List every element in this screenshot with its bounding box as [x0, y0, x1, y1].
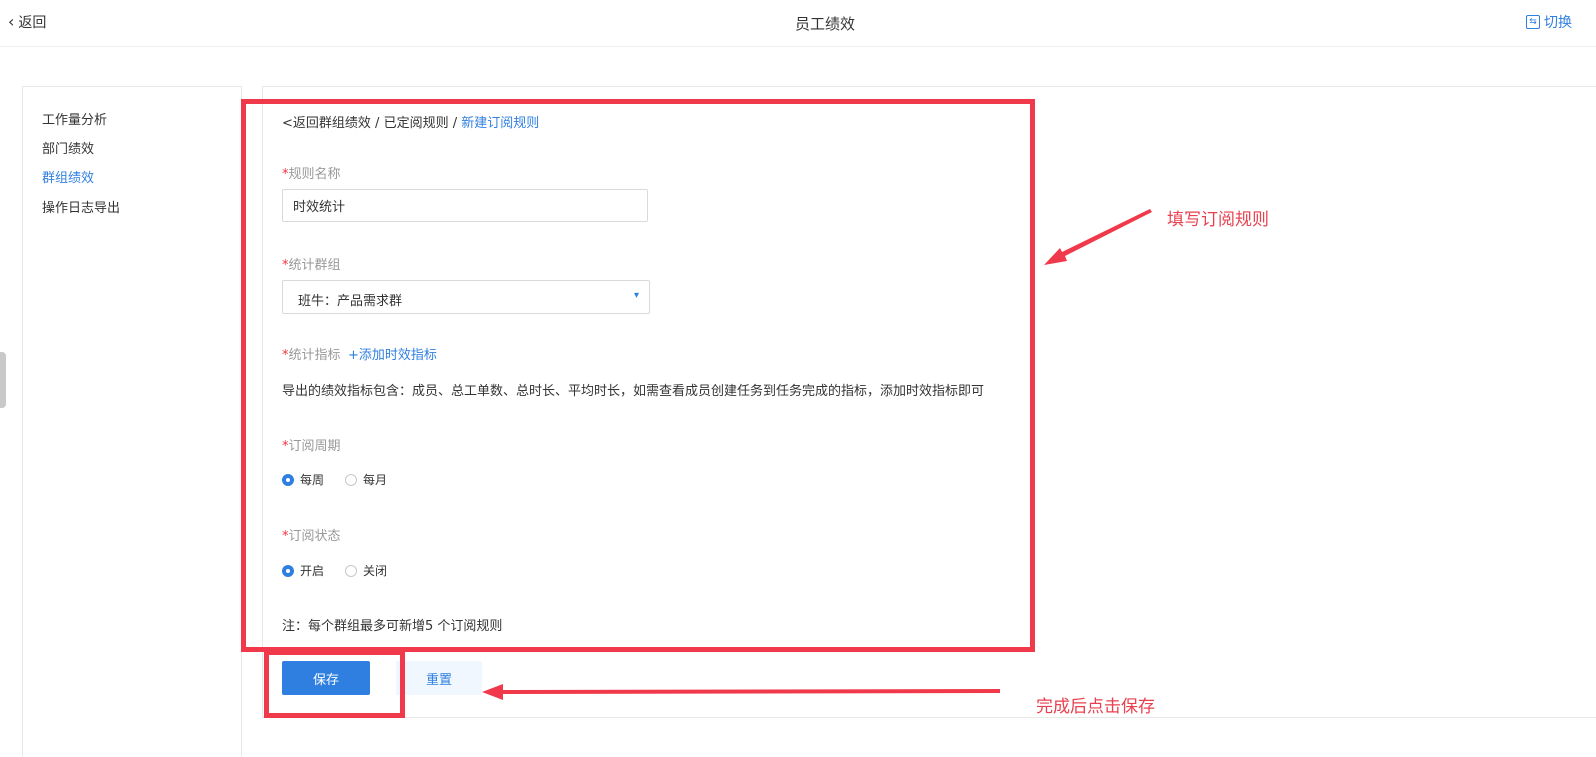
collapse-handle[interactable]: [0, 352, 6, 408]
switch-label: 切换: [1544, 15, 1572, 31]
breadcrumb-separator: /: [370, 116, 384, 131]
breadcrumb-current: 新建订阅规则: [461, 116, 540, 131]
cycle-monthly-radio[interactable]: 每月: [345, 471, 387, 488]
add-metric-link[interactable]: +添加时效指标: [348, 344, 437, 363]
annotation-fill-rule-text: 填写订阅规则: [1167, 210, 1269, 230]
rule-name-input[interactable]: [282, 189, 648, 222]
switch-icon: ⇆: [1526, 15, 1540, 29]
sidebar-item-log-export[interactable]: 操作日志导出: [42, 197, 120, 216]
switch-button[interactable]: ⇆ 切换: [1526, 12, 1572, 32]
reset-button[interactable]: 重置: [396, 661, 482, 695]
cycle-label: *订阅周期: [282, 439, 341, 454]
radio-unchecked-icon: [345, 473, 357, 486]
save-button[interactable]: 保存: [282, 661, 370, 695]
group-select[interactable]: 班牛：产品需求群 ▾: [282, 280, 650, 314]
chevron-down-icon: ▾: [633, 290, 639, 301]
status-label: *订阅状态: [282, 529, 341, 544]
group-select-value: 班牛：产品需求群: [298, 294, 403, 309]
rule-name-label: *规则名称: [282, 167, 341, 182]
sidebar-item-workload[interactable]: 工作量分析: [42, 109, 107, 128]
annotation-click-save-text: 完成后点击保存: [1036, 697, 1155, 717]
metrics-label: *统计指标: [282, 348, 341, 363]
breadcrumb-back-link[interactable]: <返回群组绩效: [282, 116, 371, 131]
group-label: *统计群组: [282, 258, 341, 273]
breadcrumb-parent[interactable]: 已定阅规则: [384, 116, 449, 131]
radio-unchecked-icon: [345, 564, 357, 577]
rule-limit-note: 注：每个群组最多可新增5 个订阅规则: [282, 619, 503, 634]
sidebar-item-group[interactable]: 群组绩效: [42, 167, 94, 186]
metrics-description: 导出的绩效指标包含：成员、总工单数、总时长、平均时长，如需查看成员创建任务到任务…: [282, 384, 985, 399]
sidebar: 工作量分析 部门绩效 群组绩效 操作日志导出: [22, 86, 242, 757]
cycle-weekly-radio[interactable]: 每周: [282, 471, 324, 488]
status-off-radio[interactable]: 关闭: [345, 562, 387, 579]
status-on-radio[interactable]: 开启: [282, 562, 324, 579]
sidebar-item-department[interactable]: 部门绩效: [42, 138, 94, 157]
breadcrumb: <返回群组绩效 / 已定阅规则 / 新建订阅规则: [282, 112, 539, 131]
radio-checked-icon: [282, 564, 294, 577]
radio-checked-icon: [282, 473, 294, 486]
breadcrumb-separator: /: [448, 116, 462, 131]
page-title: 员工绩效: [794, 15, 855, 33]
